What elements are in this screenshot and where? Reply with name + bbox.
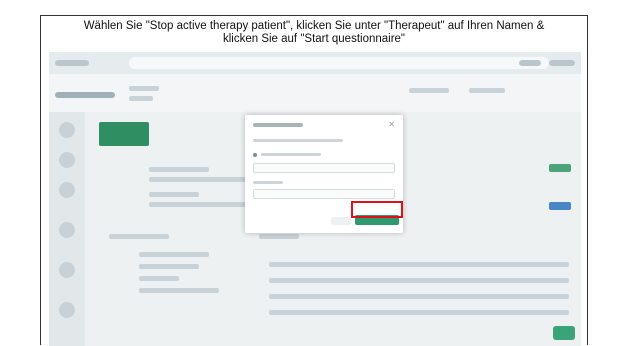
nav-icon[interactable]: [59, 262, 75, 278]
field-label: [253, 181, 283, 184]
dialog-text: [253, 139, 343, 142]
dialog-title: [253, 123, 303, 127]
radio-label: [261, 153, 321, 156]
chart-icon[interactable]: [59, 182, 75, 198]
instruction-text: Wählen Sie "Stop active therapy patient"…: [41, 20, 587, 46]
table-row: [269, 294, 569, 299]
home-icon[interactable]: [59, 122, 75, 138]
close-icon[interactable]: ✕: [388, 120, 395, 129]
user-menu[interactable]: [519, 60, 541, 66]
table-row: [139, 288, 219, 293]
table-row: [269, 278, 569, 283]
tutorial-frame: Wählen Sie "Stop active therapy patient"…: [40, 15, 588, 346]
table-row: [139, 252, 209, 257]
info-field: [469, 88, 505, 93]
instruction-line-2: klicken Sie auf "Start questionnaire": [222, 33, 406, 45]
table-row: [269, 310, 569, 315]
section-heading: [259, 234, 299, 239]
instruction-line-1: Wählen Sie "Stop active therapy patient"…: [83, 20, 545, 32]
search-input[interactable]: [129, 57, 549, 69]
action-button[interactable]: [99, 122, 149, 146]
patient-name: [55, 92, 115, 98]
status-badge: [549, 202, 571, 210]
therapist-select[interactable]: [253, 163, 395, 173]
table-row: [269, 262, 569, 267]
therapist-field[interactable]: [253, 189, 395, 199]
info-field: [409, 88, 449, 93]
nav-icon[interactable]: [59, 302, 75, 318]
section-heading: [109, 234, 169, 239]
table-row: [139, 264, 199, 269]
floating-action-button[interactable]: [553, 326, 575, 340]
account-menu[interactable]: [549, 60, 575, 66]
status-badge: [549, 164, 571, 172]
info-field: [129, 86, 159, 91]
patient-icon[interactable]: [59, 152, 75, 168]
list-row: [149, 192, 199, 197]
app-topbar: [49, 52, 581, 74]
list-row: [149, 167, 209, 172]
patient-info-strip: [49, 74, 581, 112]
app-screenshot: ✕: [49, 52, 581, 346]
cancel-button[interactable]: [331, 217, 351, 225]
radio-option[interactable]: [253, 153, 257, 157]
settings-icon[interactable]: [59, 222, 75, 238]
left-navigation: [49, 112, 85, 346]
highlight-box: [351, 201, 403, 218]
app-logo: [55, 60, 89, 66]
info-field: [129, 96, 153, 101]
table-row: [139, 276, 179, 281]
